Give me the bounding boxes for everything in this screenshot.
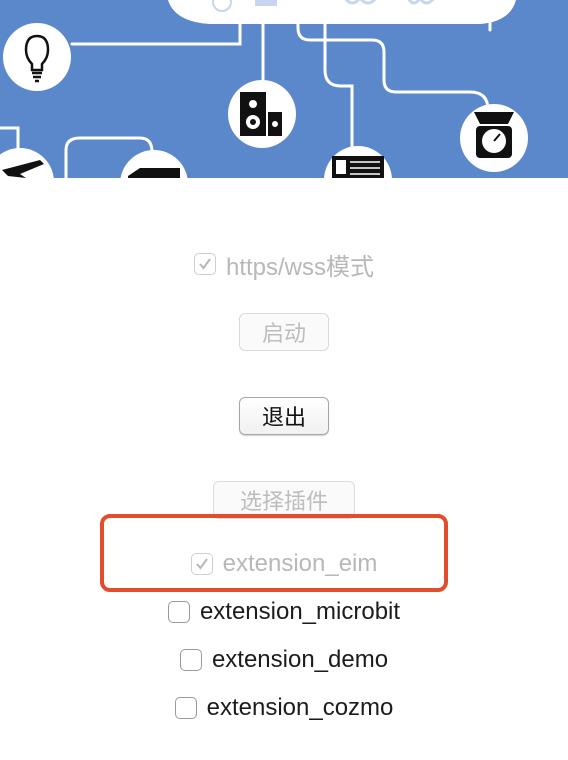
car-icon <box>120 150 188 178</box>
device-icon <box>324 146 392 178</box>
scale-icon <box>460 104 528 172</box>
extension-eim-label: extension_eim <box>222 550 378 577</box>
extension-microbit-checkbox[interactable] <box>167 601 190 623</box>
extension-eim-checkbox[interactable] <box>190 553 213 575</box>
quit-button[interactable]: 退出 <box>239 397 329 435</box>
https-wss-mode-checkbox-row[interactable]: https/wss模式 <box>0 246 568 282</box>
extension-demo-label: extension_demo <box>211 646 389 673</box>
cloud-icon <box>168 0 516 24</box>
start-button-row: 启动 <box>0 312 568 352</box>
extension-cozmo-label: extension_cozmo <box>206 694 394 721</box>
airplane-icon <box>0 148 54 178</box>
https-wss-mode-label: https/wss模式 <box>225 253 375 281</box>
extension-cozmo-checkbox[interactable] <box>174 697 197 719</box>
checkmark-icon <box>195 558 208 570</box>
https-wss-mode-checkbox[interactable] <box>193 253 216 275</box>
extension-demo-row[interactable]: extension_demo <box>0 642 568 678</box>
speaker-icon <box>228 80 296 148</box>
extension-cozmo-row[interactable]: extension_cozmo <box>0 690 568 726</box>
start-button[interactable]: 启动 <box>239 313 329 351</box>
header-banner <box>0 0 568 178</box>
extension-demo-checkbox[interactable] <box>179 649 202 671</box>
checkmark-icon <box>199 258 211 270</box>
iot-illustration <box>0 0 528 178</box>
extension-microbit-label: extension_microbit <box>199 598 401 625</box>
quit-button-row: 退出 <box>0 396 568 436</box>
extension-eim-row[interactable]: extension_eim <box>0 546 568 582</box>
lightbulb-icon <box>3 23 71 91</box>
extension-microbit-row[interactable]: extension_microbit <box>0 594 568 630</box>
